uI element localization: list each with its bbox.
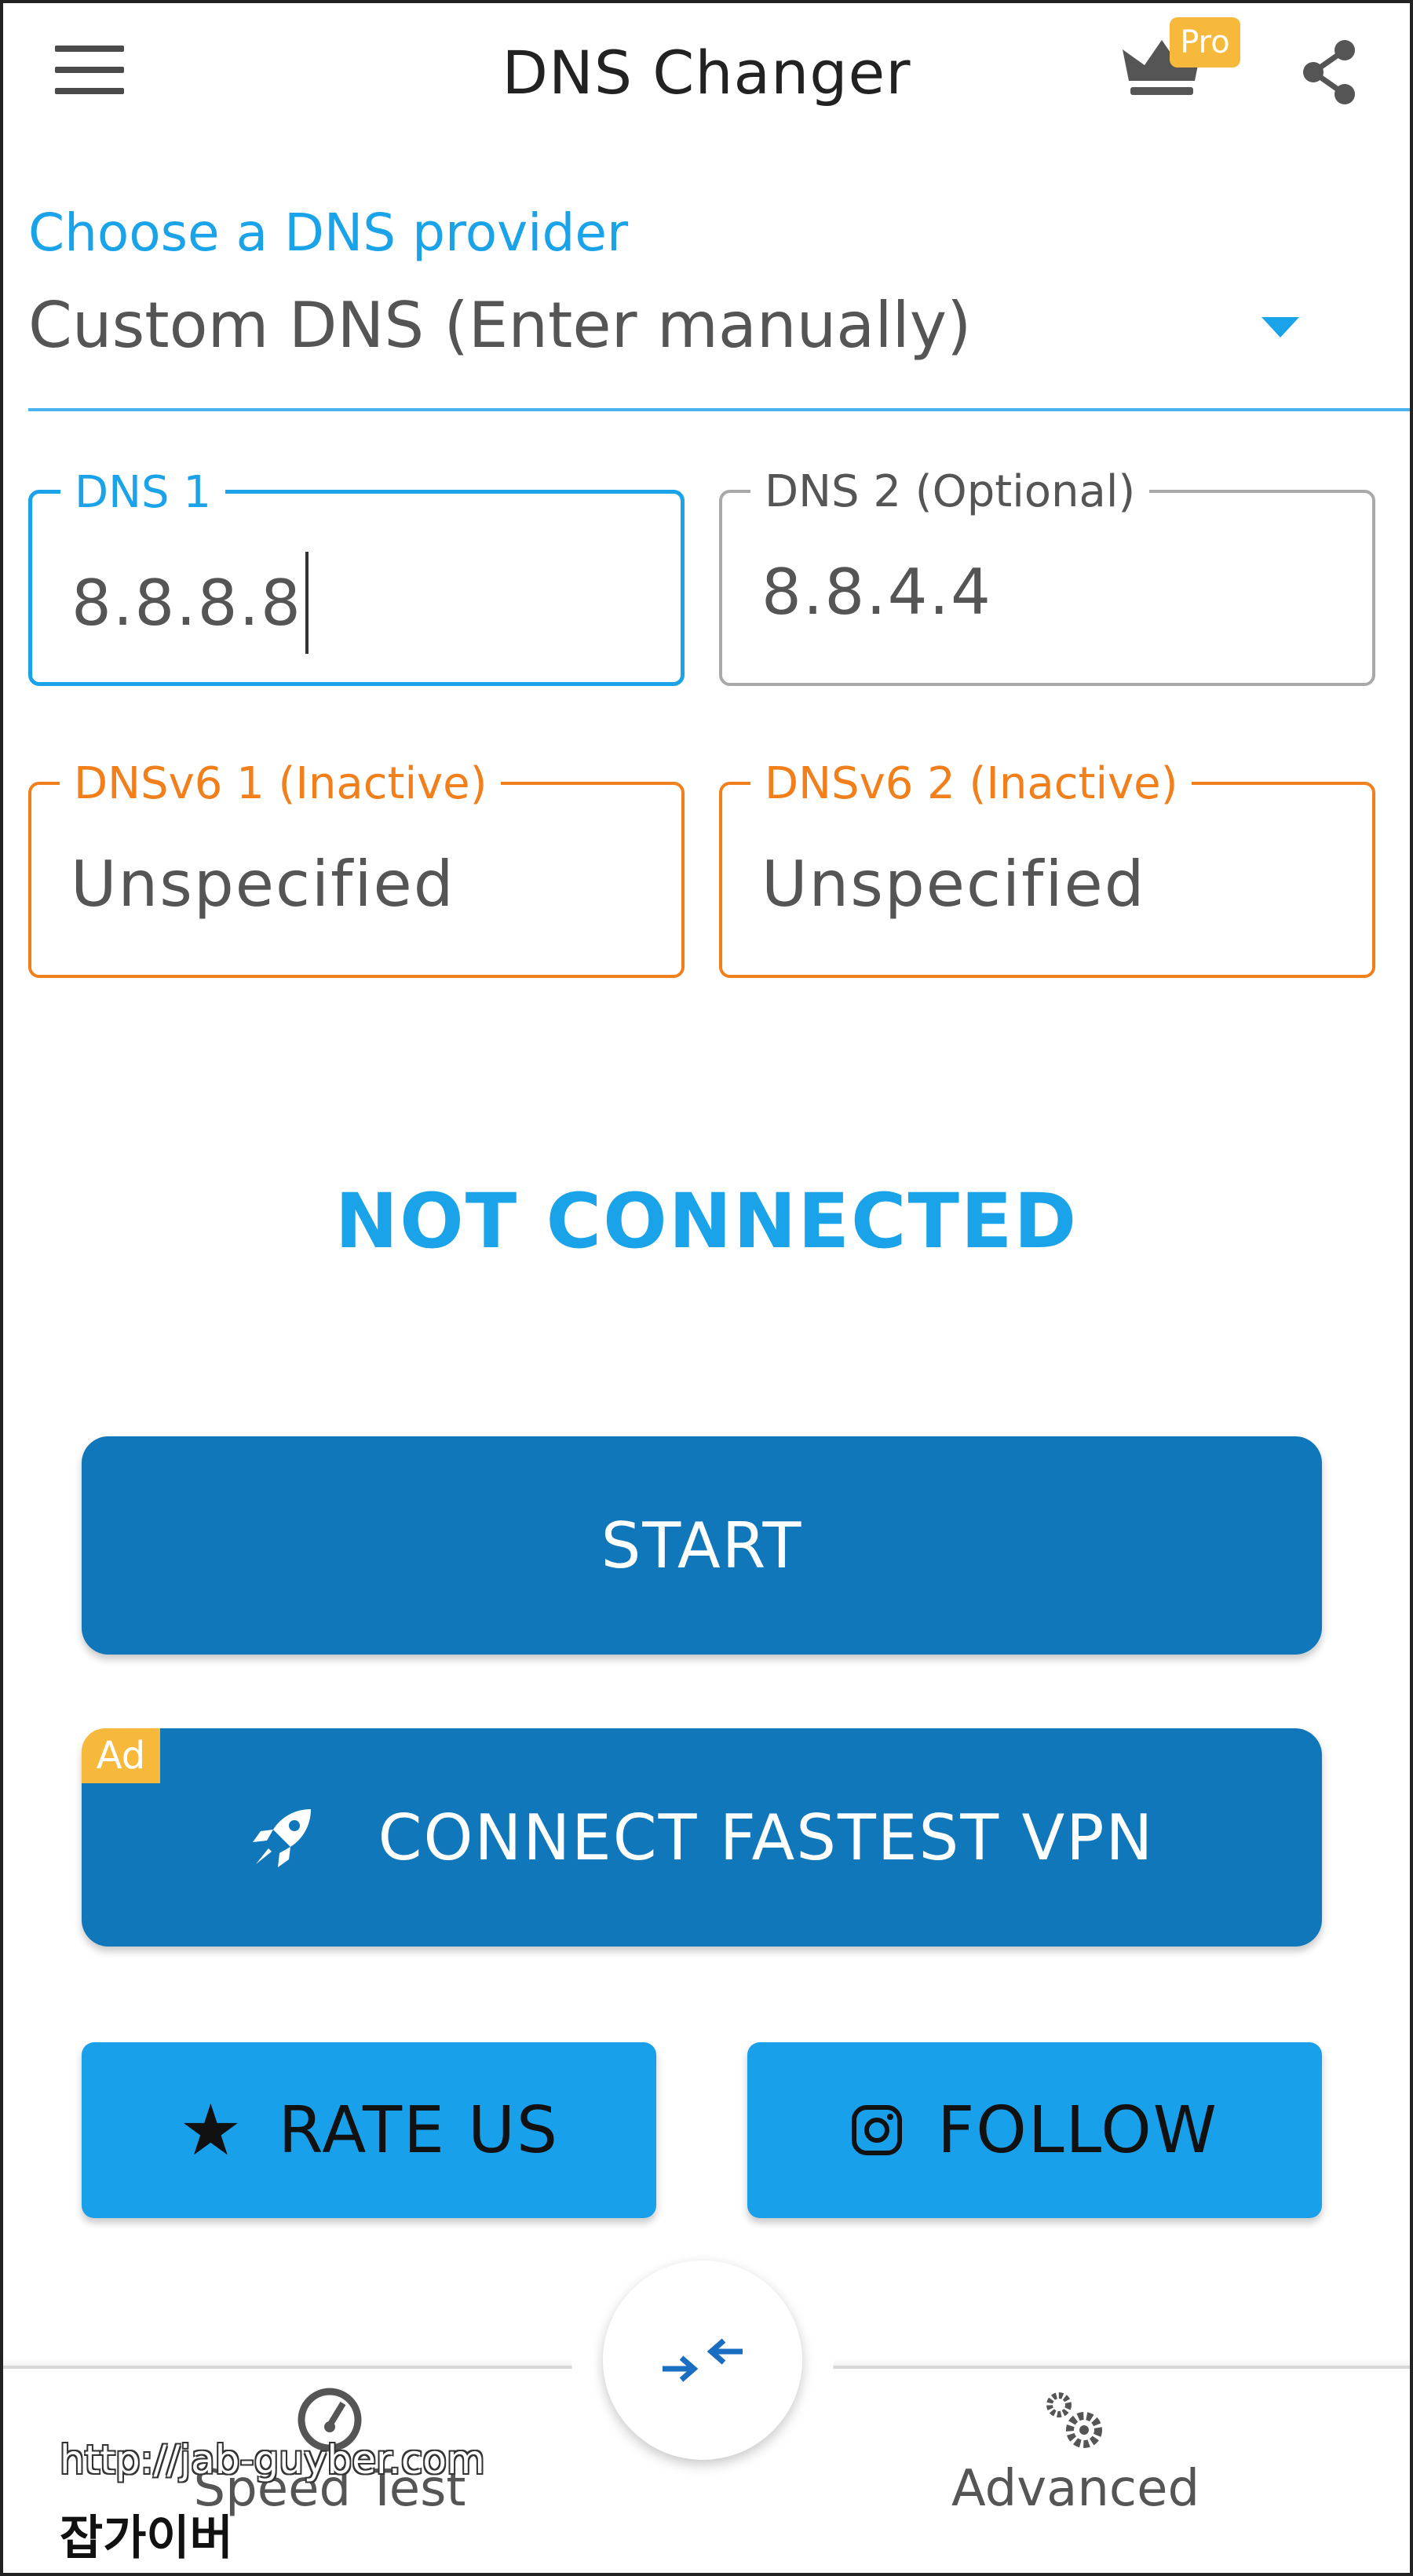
dnsv6-2-label: DNSv6 2 (Inactive) xyxy=(750,758,1192,809)
provider-label: Choose a DNS provider xyxy=(28,203,629,263)
share-icon[interactable] xyxy=(1299,39,1359,105)
start-button-label: START xyxy=(601,1509,803,1582)
follow-label: FOLLOW xyxy=(937,2093,1218,2168)
connect-vpn-label: CONNECT FASTEST VPN xyxy=(378,1801,1155,1874)
follow-button[interactable]: FOLLOW xyxy=(747,2042,1322,2218)
swap-arrows-icon xyxy=(663,2338,743,2382)
dnsv6-1-label: DNSv6 1 (Inactive) xyxy=(60,758,502,809)
dnsv6-1-value[interactable]: Unspecified xyxy=(71,848,455,921)
swap-button[interactable] xyxy=(603,2260,802,2460)
star-icon: ★ xyxy=(178,2089,244,2172)
nav-advanced[interactable]: Advanced xyxy=(895,2386,1256,2518)
rocket-icon xyxy=(252,1809,311,1867)
dnsv6-1-field[interactable]: DNSv6 1 (Inactive) Unspecified xyxy=(28,758,685,978)
nav-advanced-label: Advanced xyxy=(951,2460,1200,2518)
dns1-label: DNS 1 xyxy=(60,467,225,518)
gears-icon xyxy=(1046,2392,1102,2448)
watermark-url: http://jab-guyber.com xyxy=(60,2437,485,2483)
provider-underline xyxy=(28,408,1413,411)
pro-badge[interactable]: Pro xyxy=(1170,17,1240,68)
connection-status: NOT CONNECTED xyxy=(334,1177,1079,1265)
rate-us-button[interactable]: ★ RATE US xyxy=(82,2042,656,2218)
dns2-value[interactable]: 8.8.4.4 xyxy=(761,556,992,629)
ad-badge: Ad xyxy=(82,1728,160,1783)
text-cursor xyxy=(305,552,309,654)
connect-vpn-button[interactable]: CONNECT FASTEST VPN xyxy=(82,1728,1322,1947)
rate-us-label: RATE US xyxy=(278,2093,560,2168)
dnsv6-2-value[interactable]: Unspecified xyxy=(761,848,1146,921)
instagram-icon xyxy=(852,2105,903,2155)
start-button[interactable]: START xyxy=(82,1436,1322,1655)
provider-select[interactable]: Custom DNS (Enter manually) xyxy=(28,289,971,362)
dns1-field[interactable]: DNS 1 8.8.8.8 xyxy=(28,467,685,686)
dns1-value[interactable]: 8.8.8.8 xyxy=(71,567,302,640)
watermark-text: 잡가이버 xyxy=(60,2511,233,2566)
app-bar: DNS Changer Pro xyxy=(0,0,1413,149)
dropdown-arrow-icon[interactable] xyxy=(1261,317,1299,338)
dnsv6-2-field[interactable]: DNSv6 2 (Inactive) Unspecified xyxy=(719,758,1375,978)
dns2-label: DNS 2 (Optional) xyxy=(750,466,1150,517)
dns2-field[interactable]: DNS 2 (Optional) 8.8.4.4 xyxy=(719,466,1375,686)
